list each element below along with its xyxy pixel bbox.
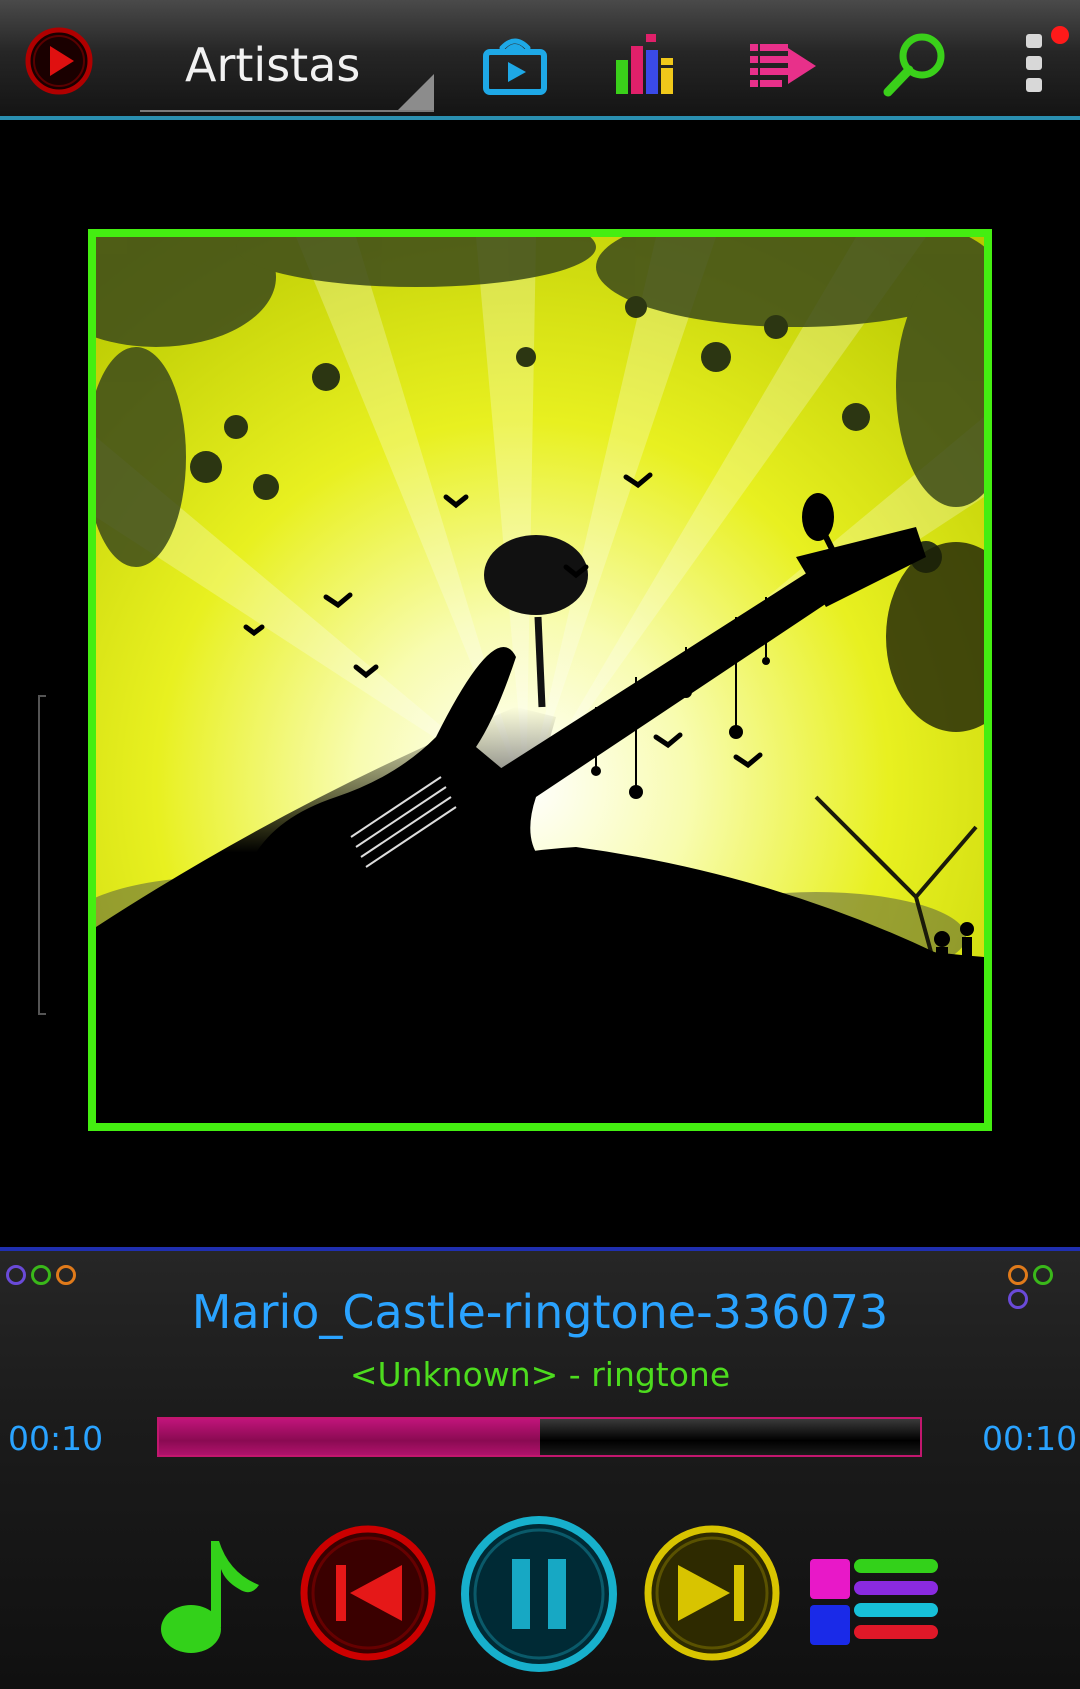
previous-icon[interactable] bbox=[298, 1523, 438, 1663]
track-title: Mario_Castle-ringtone-336073 bbox=[191, 1285, 889, 1339]
dropdown-corner-icon bbox=[398, 74, 434, 110]
view-dropdown[interactable]: Artistas bbox=[140, 20, 434, 112]
seek-bar[interactable] bbox=[157, 1417, 922, 1457]
cast-icon[interactable] bbox=[480, 28, 552, 100]
album-art-image bbox=[96, 237, 984, 1123]
total-time: 00:10 bbox=[982, 1419, 1078, 1458]
side-drawer-handle[interactable] bbox=[38, 695, 46, 1015]
now-playing-panel: Mario_Castle-ringtone-336073 <Unknown> -… bbox=[0, 1247, 1080, 1689]
playlist-icon[interactable] bbox=[808, 1557, 940, 1647]
top-toolbar: Artistas bbox=[0, 0, 1080, 120]
queue-icon[interactable] bbox=[746, 28, 818, 100]
music-note-icon[interactable] bbox=[155, 1533, 265, 1657]
left-dots-indicator bbox=[6, 1265, 81, 1285]
pause-icon[interactable] bbox=[458, 1513, 620, 1675]
track-subtitle: <Unknown> - ringtone bbox=[349, 1355, 731, 1394]
notification-dot bbox=[1051, 26, 1069, 44]
equalizer-icon[interactable] bbox=[612, 28, 684, 100]
elapsed-time: 00:10 bbox=[8, 1419, 104, 1458]
album-art bbox=[88, 229, 992, 1131]
next-icon[interactable] bbox=[642, 1523, 782, 1663]
search-icon[interactable] bbox=[880, 28, 952, 100]
dropdown-label: Artistas bbox=[185, 38, 361, 92]
right-dots-indicator bbox=[1008, 1265, 1080, 1309]
play-logo-icon[interactable] bbox=[24, 26, 94, 96]
seek-bar-fill bbox=[159, 1419, 540, 1455]
